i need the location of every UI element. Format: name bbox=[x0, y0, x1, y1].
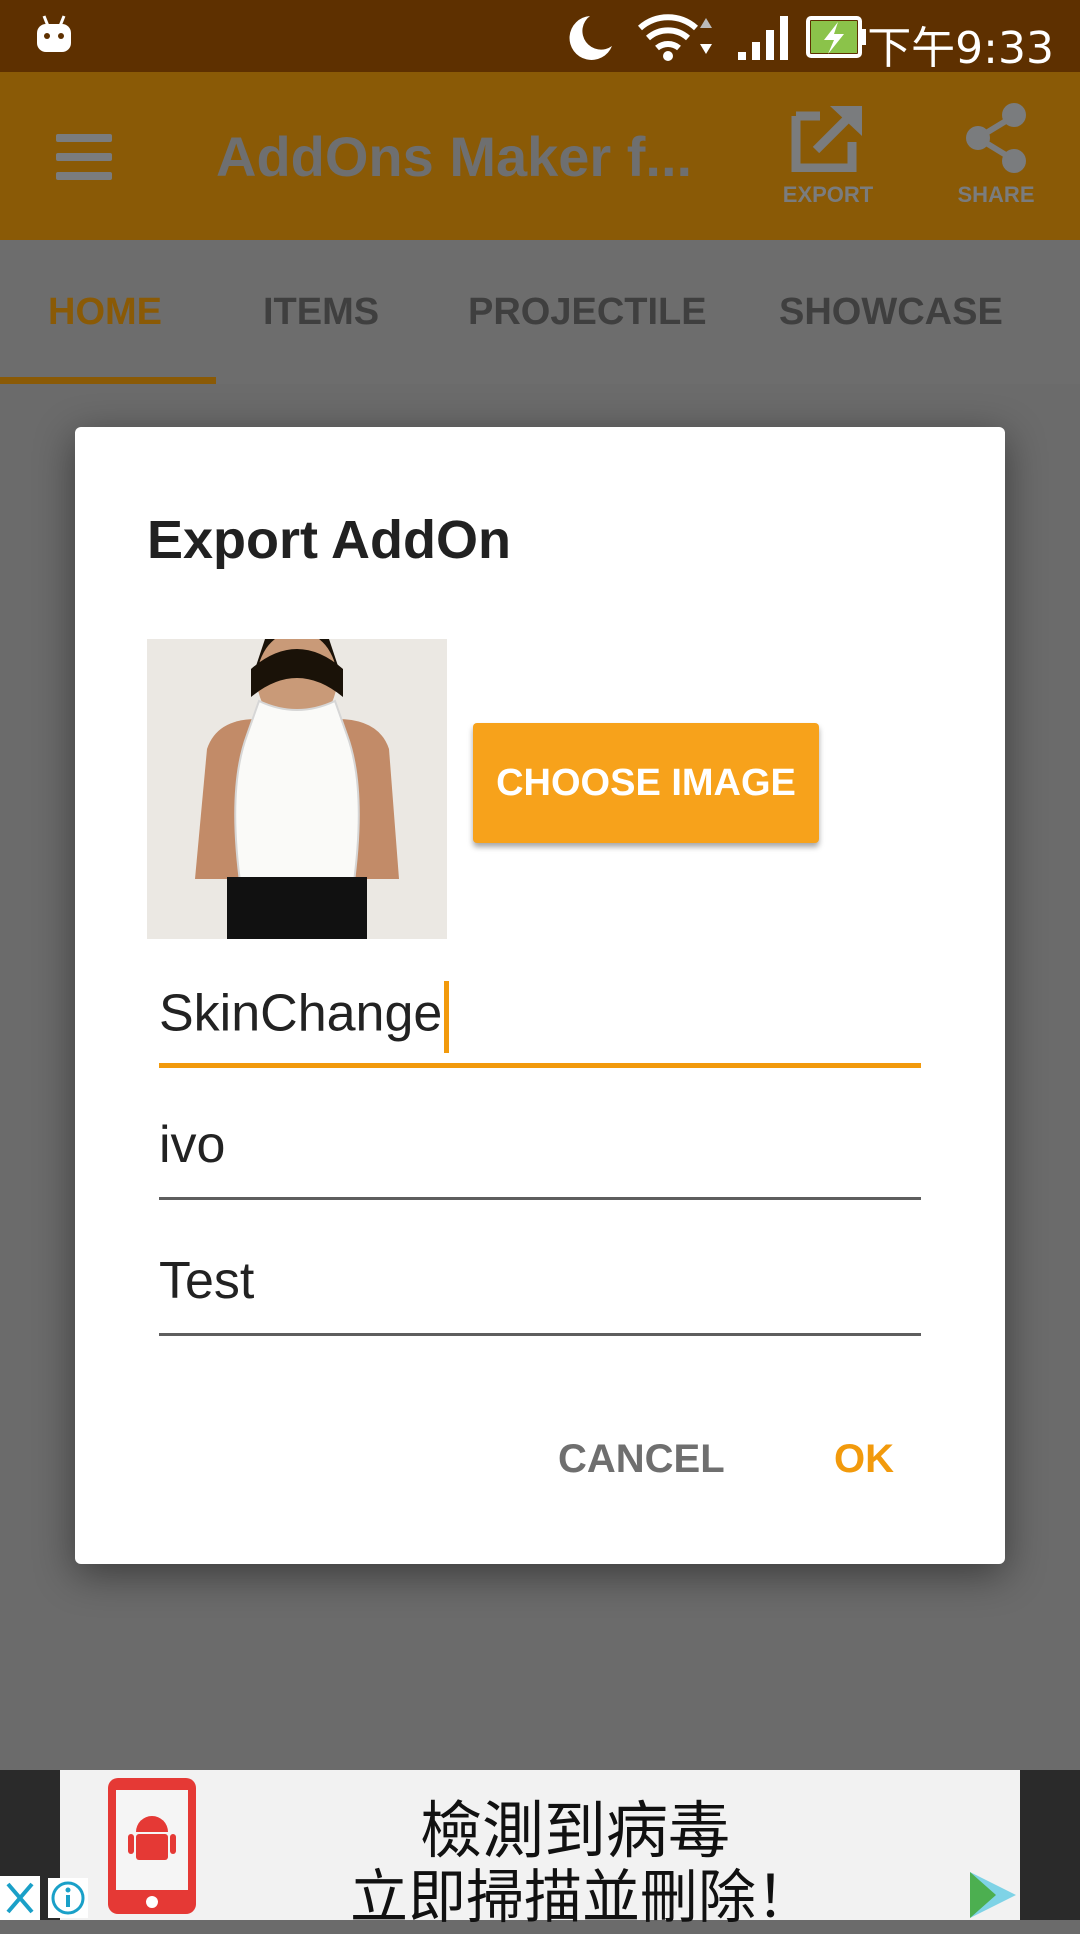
ok-button[interactable]: OK bbox=[834, 1437, 894, 1482]
ad-close-icon[interactable] bbox=[0, 1876, 40, 1920]
tab-home[interactable]: HOME bbox=[48, 240, 162, 384]
author-value: ivo bbox=[159, 1116, 226, 1174]
export-button[interactable]: EXPORT bbox=[768, 102, 888, 222]
export-icon bbox=[791, 106, 862, 172]
android-notification-icon bbox=[37, 15, 71, 52]
dialog-title: Export AddOn bbox=[147, 510, 511, 570]
tab-projectile[interactable]: PROJECTILE bbox=[468, 240, 707, 384]
addon-name-value: SkinChange bbox=[159, 984, 443, 1043]
ad-right-strip bbox=[1020, 1770, 1080, 1920]
ad-banner[interactable]: 檢測到病毒 立即掃描並刪除！ bbox=[0, 1770, 1080, 1931]
app-toolbar: AddOns Maker f... EXPORT SHARE bbox=[0, 72, 1080, 240]
battery-charging-icon bbox=[806, 16, 866, 58]
share-icon bbox=[966, 103, 1026, 173]
tab-bar: HOME ITEMS PROJECTILE SHOWCASE bbox=[0, 240, 1080, 384]
menu-icon[interactable] bbox=[56, 134, 112, 180]
addon-name-field[interactable]: SkinChange bbox=[159, 963, 921, 1068]
tab-showcase[interactable]: SHOWCASE bbox=[779, 240, 1003, 384]
export-label: EXPORT bbox=[782, 182, 874, 207]
choose-image-button[interactable]: CHOOSE IMAGE bbox=[473, 723, 819, 843]
moon-icon bbox=[569, 16, 612, 60]
share-button[interactable]: SHARE bbox=[936, 102, 1056, 222]
wifi-icon bbox=[638, 14, 712, 61]
author-field[interactable]: ivo bbox=[159, 1097, 921, 1200]
cancel-button[interactable]: CANCEL bbox=[558, 1437, 725, 1482]
app-title: AddOns Maker f... bbox=[216, 125, 693, 188]
signal-icon bbox=[738, 16, 788, 60]
phone-android-icon bbox=[108, 1778, 196, 1914]
tab-items[interactable]: ITEMS bbox=[263, 240, 379, 384]
ad-info-icon[interactable] bbox=[48, 1878, 88, 1918]
ad-text-line2: 立即掃描並刪除！ bbox=[350, 1863, 815, 1931]
addon-preview-image bbox=[147, 639, 447, 939]
text-caret bbox=[444, 981, 450, 1053]
description-field[interactable]: Test bbox=[159, 1233, 921, 1336]
description-value: Test bbox=[159, 1252, 255, 1310]
play-store-icon bbox=[970, 1872, 1016, 1918]
export-dialog: Export AddOn CHOOSE IMAGE SkinChange ivo… bbox=[75, 427, 1005, 1564]
status-bar: 下午9:33 bbox=[0, 0, 1080, 74]
tab-indicator bbox=[0, 377, 216, 384]
clock: 下午9:33 bbox=[867, 23, 1054, 74]
share-label: SHARE bbox=[957, 182, 1035, 207]
